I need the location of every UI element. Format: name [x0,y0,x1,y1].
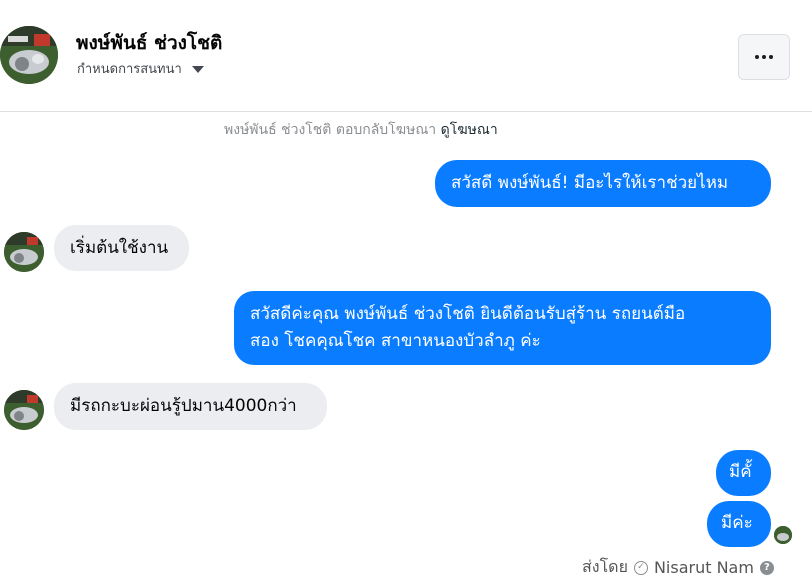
contact-avatar-small [4,390,44,430]
message-text: มีรถกะบะผ่อนรู้ปมาน4000กว่า [70,396,297,416]
sent-by-footer: ส่งโดย ✓ Nisarut Nam ? [582,555,774,575]
conversation-header: พงษ์พันธ์ ช่วงโชติ กำหนดการสนทนา [0,0,812,112]
caret-down-icon [191,66,204,73]
message-bubble-outgoing[interactable]: มีค่ะ [707,501,771,547]
seen-avatar [774,526,792,544]
conversation-status-label: กำหนดการสนทนา [77,62,182,77]
verified-check-icon: ✓ [633,560,648,575]
contact-avatar-small [4,232,44,272]
conversation-status-dropdown[interactable]: กำหนดการสนทนา [77,58,204,79]
message-text: เริ่มต้นใช้งาน [70,238,169,258]
sender-name: Nisarut Nam [653,558,754,575]
message-text: มีค่ะ [721,513,753,533]
contact-name[interactable]: พงษ์พันธ์ ช่วงโชติ [76,28,222,58]
view-ad-link[interactable]: ดูโฆษณา [441,122,498,138]
message-text-line-2: สอง โชคคุณโชค สาขาหนองบัวลำภู ค่ะ [250,331,541,351]
more-dots-icon-dot-3 [769,55,773,59]
more-options-button[interactable] [738,34,790,80]
message-bubble-incoming[interactable]: มีรถกะบะผ่อนรู้ปมาน4000กว่า [54,383,327,430]
message-bubble-outgoing[interactable]: มีคั้ [716,450,771,496]
message-bubble-outgoing[interactable]: สวัสดี พงษ์พันธ์! มีอะไรให้เราช่วยไหม [435,160,771,207]
message-text: มีคั้ [729,462,752,482]
more-dots-icon [755,55,759,59]
message-text-line-1: สวัสดีค่ะคุณ พงษ์พันธ์ ช่วงโชติ ยินดีต้อ… [250,304,686,324]
message-bubble-outgoing[interactable]: สวัสดีค่ะคุณ พงษ์พันธ์ ช่วงโชติ ยินดีต้อ… [234,291,771,365]
more-dots-icon-dot-2 [762,55,766,59]
message-text: สวัสดี พงษ์พันธ์! มีอะไรให้เราช่วยไหม [451,173,729,193]
contact-avatar[interactable] [0,26,58,84]
message-bubble-incoming[interactable]: เริ่มต้นใช้งาน [54,225,189,271]
ad-reply-text: พงษ์พันธ์ ช่วงโชติ ตอบกลับโฆษณา [224,122,437,138]
help-icon[interactable]: ? [759,560,774,575]
sent-by-label: ส่งโดย [582,557,628,575]
